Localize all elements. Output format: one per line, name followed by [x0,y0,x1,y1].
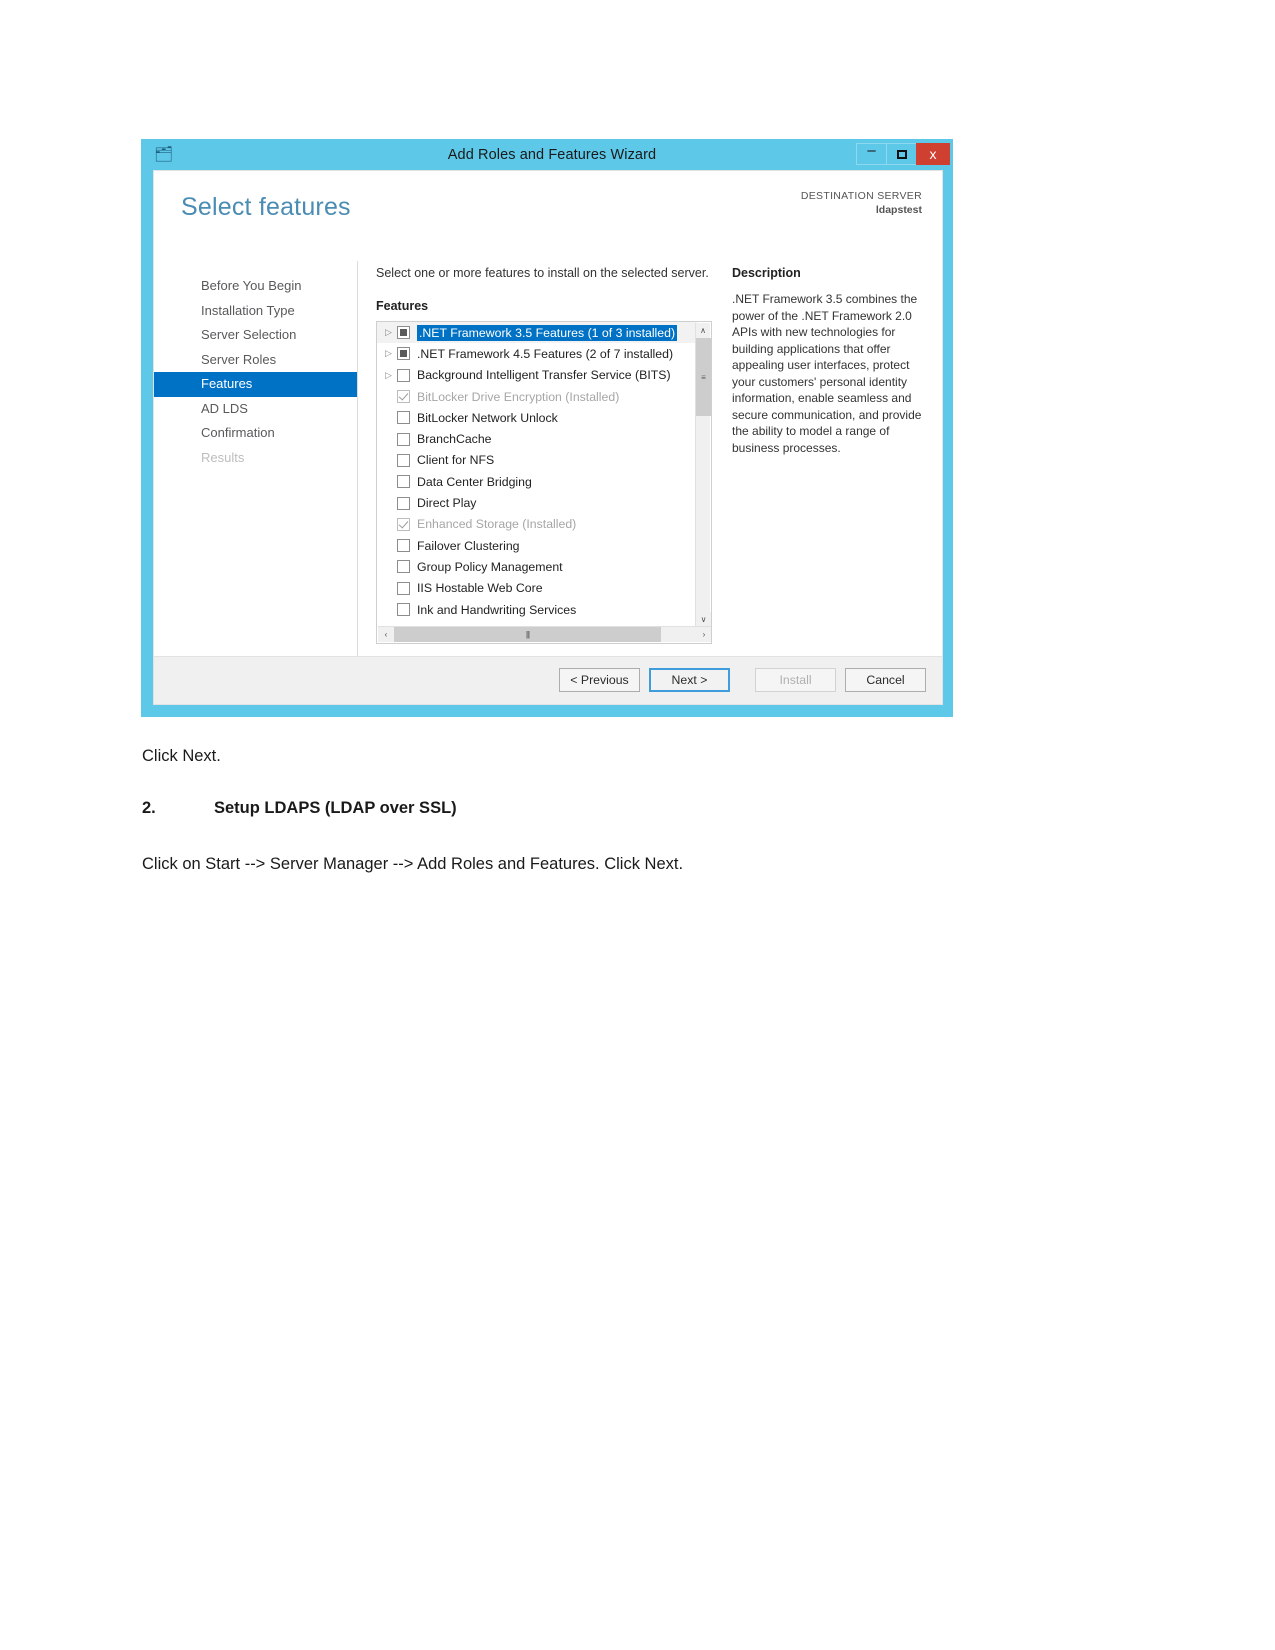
feature-row[interactable]: Ink and Handwriting Services [377,599,697,620]
features-listbox[interactable]: ▷ .NET Framework 3.5 Features (1 of 3 ins… [376,321,712,644]
feature-checkbox[interactable] [397,475,410,489]
feature-label: .NET Framework 4.5 Features (2 of 7 inst… [417,346,674,361]
feature-label: IIS Hostable Web Core [417,581,543,596]
destination-server-name: ldapstest [875,204,922,217]
wizard-client-area: Select features DESTINATION SERVER ldaps… [153,170,943,705]
install-button: Install [755,668,836,692]
feature-label: BitLocker Network Unlock [417,410,558,425]
sidebar-item-server-selection[interactable]: Server Selection [154,323,357,348]
feature-row[interactable]: Enhanced Storage (Installed) [377,514,697,535]
feature-row[interactable]: ▷ .NET Framework 4.5 Features (2 of 7 ins… [377,343,697,364]
horizontal-scroll-track[interactable]: ||| [394,627,696,642]
section-heading-2: 2. Setup LDAPS (LDAP over SSL) [142,799,457,818]
feature-label: Enhanced Storage (Installed) [417,517,577,532]
feature-row[interactable]: BranchCache [377,428,697,449]
expand-triangle-icon[interactable]: ▷ [383,348,397,359]
feature-label: Direct Play [417,496,477,511]
feature-row[interactable]: Direct Play [377,492,697,513]
footer-buttons: < Previous Next > Install Cancel [550,668,926,692]
feature-row[interactable]: BitLocker Drive Encryption (Installed) [377,386,697,407]
sidebar-item-server-roles[interactable]: Server Roles [154,348,357,373]
feature-checkbox[interactable] [397,603,410,616]
feature-row[interactable]: ▷ Background Intelligent Transfer Service… [377,365,697,386]
close-button[interactable]: x [916,143,950,165]
minimize-button[interactable]: – [856,143,886,165]
wizard-nav: Before You Begin Installation Type Serve… [154,266,357,470]
scroll-down-arrow-icon[interactable]: ∨ [696,612,711,627]
description-body: .NET Framework 3.5 combines the power of… [732,292,922,455]
nav-divider [357,261,358,691]
feature-label: .NET Framework 3.5 Features (1 of 3 inst… [417,324,678,341]
wizard-app-icon: 🗂 [154,146,174,163]
feature-checkbox[interactable] [397,390,410,404]
feature-row[interactable]: ▷ .NET Framework 3.5 Features (1 of 3 ins… [377,322,697,344]
previous-button[interactable]: < Previous [559,668,640,692]
wizard-footer: < Previous Next > Install Cancel [154,656,942,704]
vertical-scroll-thumb[interactable]: ≡ [696,338,711,416]
feature-label: Group Policy Management [417,559,563,574]
description-pane: Description .NET Framework 3.5 combines … [732,266,942,456]
sidebar-item-results: Results [201,449,245,465]
document-page: 🗂 Add Roles and Features Wizard – x Sele… [0,0,1275,1650]
features-list: ▷ .NET Framework 3.5 Features (1 of 3 ins… [377,322,697,627]
sidebar-item-installation-type[interactable]: Installation Type [154,299,357,324]
expand-triangle-icon[interactable]: ▷ [383,370,397,381]
feature-checkbox[interactable] [397,347,410,361]
sidebar-item-before-you-begin[interactable]: Before You Begin [154,274,357,299]
maximize-button[interactable] [886,143,916,165]
feature-checkbox[interactable] [397,453,410,467]
feature-checkbox[interactable] [397,539,410,553]
expand-triangle-icon[interactable]: ▷ [383,327,397,338]
next-button[interactable]: Next > [649,668,730,692]
feature-label: Background Intelligent Transfer Service … [417,368,671,383]
feature-label: Ink and Handwriting Services [417,602,577,617]
scroll-right-arrow-icon[interactable]: › [696,627,711,642]
feature-row[interactable]: BitLocker Network Unlock [377,407,697,428]
features-heading: Features [376,299,429,313]
feature-checkbox[interactable] [397,496,410,510]
window-title: Add Roles and Features Wizard [447,147,657,163]
features-horizontal-scrollbar[interactable]: ‹ ||| › [378,626,711,642]
window-titlebar: 🗂 Add Roles and Features Wizard – x [142,140,952,170]
feature-checkbox[interactable] [397,432,410,446]
features-pane: Select one or more features to install o… [376,266,721,644]
paragraph-step-body: Click on Start --> Server Manager --> Ad… [142,855,684,873]
feature-label: Client for NFS [417,453,495,468]
feature-checkbox[interactable] [397,581,410,595]
page-title: Select features [181,193,351,221]
feature-row[interactable]: Group Policy Management [377,556,697,577]
sidebar-item-confirmation[interactable]: Confirmation [154,421,357,446]
destination-server-label: DESTINATION SERVER [800,190,922,202]
feature-checkbox[interactable] [397,411,410,425]
horizontal-scroll-thumb[interactable]: ||| [394,627,661,642]
destination-server-block: DESTINATION SERVER ldapstest [801,189,922,217]
feature-row[interactable]: Data Center Bridging [377,471,697,492]
feature-checkbox[interactable] [397,560,410,574]
feature-label: BranchCache [417,432,492,447]
section-title: Setup LDAPS (LDAP over SSL) [214,799,457,817]
instruction-text: Select one or more features to install o… [376,266,709,280]
window-controls: – x [856,143,950,165]
sidebar-item-ad-lds[interactable]: AD LDS [154,397,357,422]
feature-row[interactable]: IIS Hostable Web Core [377,578,697,599]
feature-label: Data Center Bridging [417,474,532,489]
sidebar-item-features[interactable]: Features [154,372,357,397]
scroll-up-arrow-icon[interactable]: ∧ [696,323,710,338]
add-roles-wizard-window: 🗂 Add Roles and Features Wizard – x Sele… [141,139,953,717]
features-vertical-scrollbar[interactable]: ∧ ≡ ∨ [695,323,711,627]
feature-label: BitLocker Drive Encryption (Installed) [417,389,620,404]
paragraph-click-next: Click Next. [142,747,221,765]
feature-checkbox[interactable] [397,368,410,382]
feature-checkbox[interactable] [397,326,410,340]
feature-row[interactable]: Client for NFS [377,450,697,471]
wizard-header: Select features DESTINATION SERVER ldaps… [154,171,942,231]
cancel-button[interactable]: Cancel [845,668,926,692]
feature-checkbox[interactable] [397,517,410,531]
scroll-left-arrow-icon[interactable]: ‹ [378,627,394,642]
section-number: 2. [142,799,156,817]
feature-label: Failover Clustering [417,538,520,553]
description-heading: Description [732,266,801,280]
feature-row[interactable]: Failover Clustering [377,535,697,556]
